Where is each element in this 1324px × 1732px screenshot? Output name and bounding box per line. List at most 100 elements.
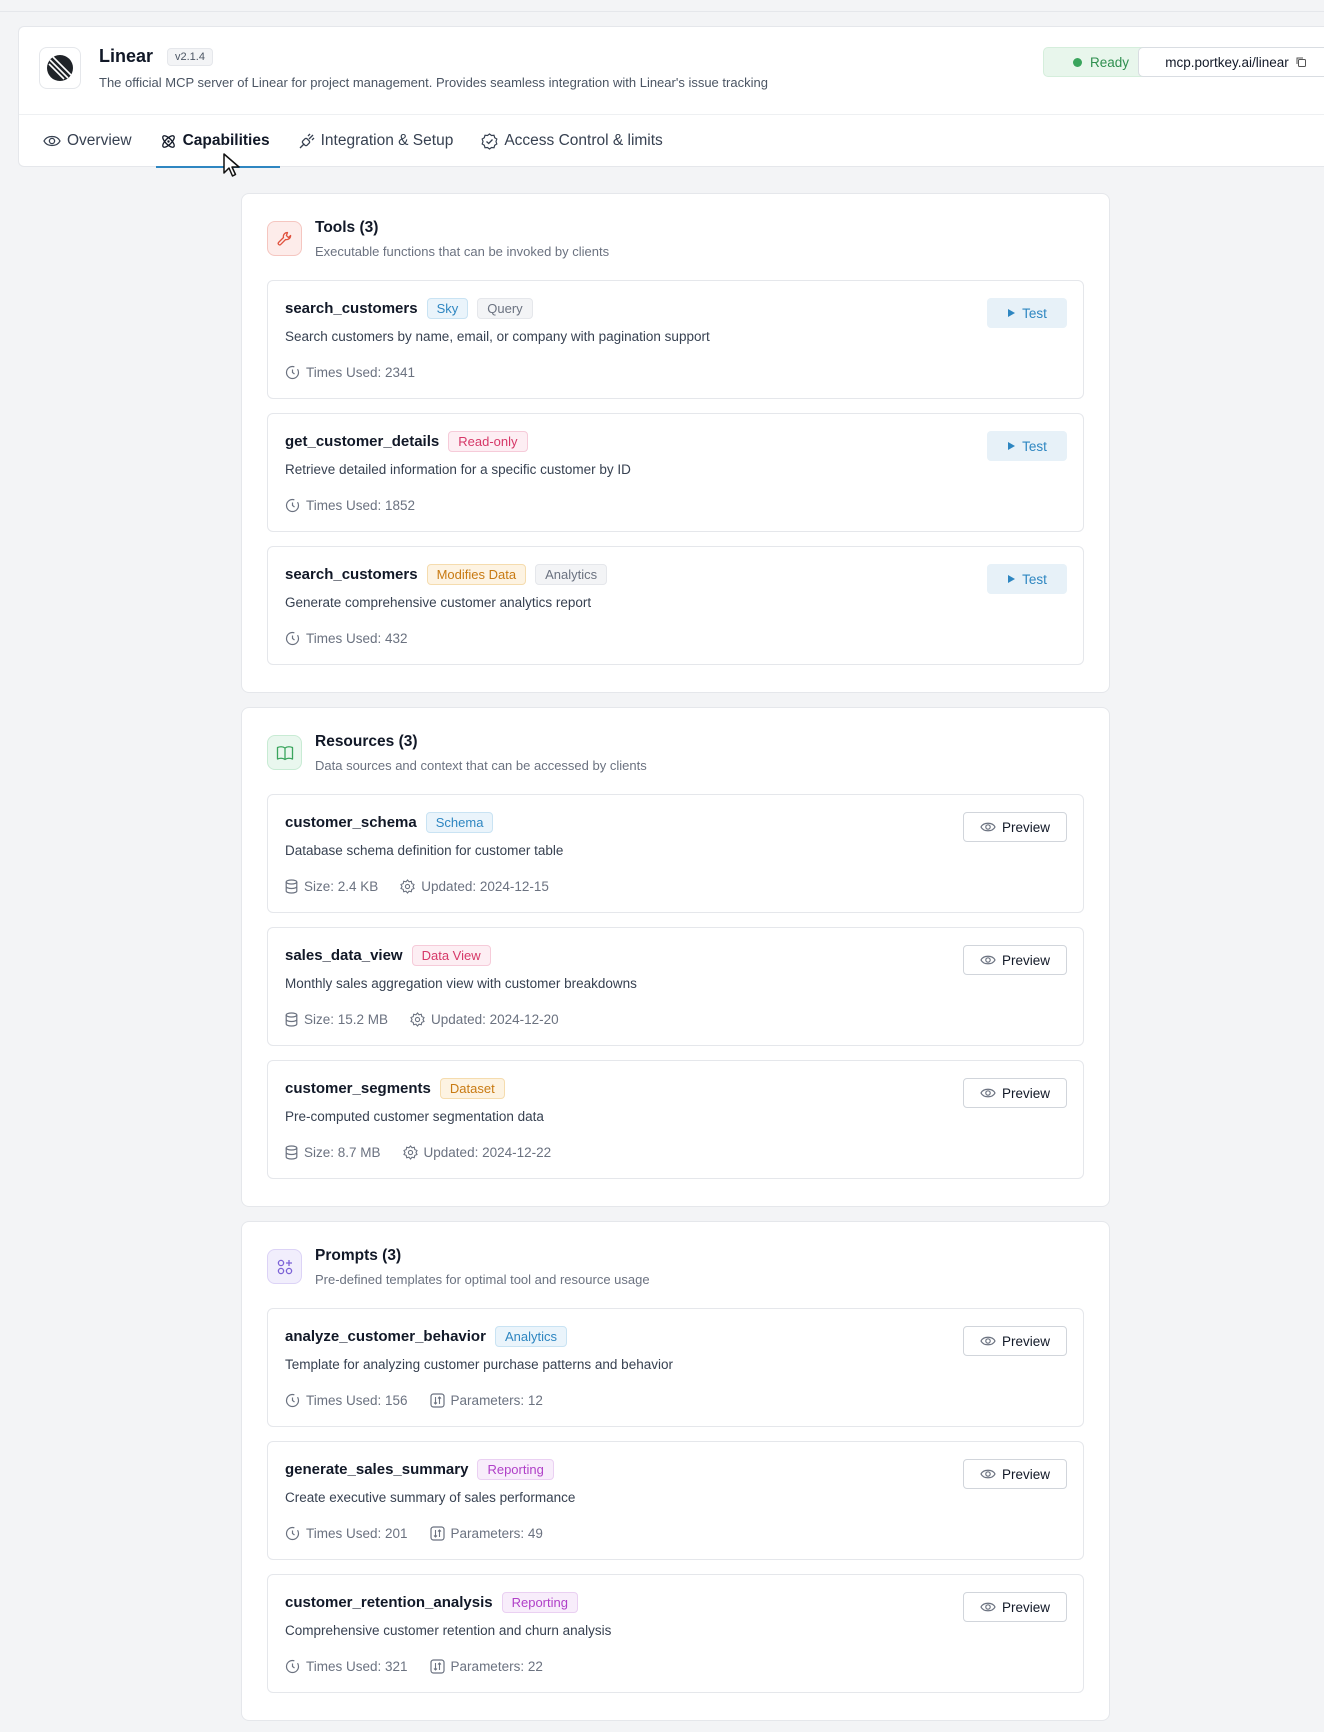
resource-name: customer_schema	[285, 814, 417, 831]
size: Size: 15.2 MB	[285, 1012, 388, 1027]
linear-logo-icon	[39, 47, 81, 89]
status-dot-icon	[1072, 57, 1082, 67]
tag-badge: Dataset	[439, 1078, 505, 1099]
resources-section: Resources (3) Data sources and context t…	[241, 707, 1110, 1207]
times-used: Times Used: 2341	[285, 365, 415, 380]
tool-description: Retrieve detailed information for a spec…	[285, 462, 631, 477]
clock-icon	[285, 498, 300, 513]
plug-icon	[298, 133, 315, 150]
tab-capabilities[interactable]: Capabilities	[150, 115, 280, 168]
prompt-description: Comprehensive customer retention and chu…	[285, 1623, 612, 1638]
preview-label: Preview	[1001, 952, 1050, 968]
tool-description: Generate comprehensive customer analytic…	[285, 595, 592, 610]
parameters-icon	[429, 1659, 445, 1674]
parameters: Parameters: 49	[429, 1526, 543, 1541]
prompt-name: generate_sales_summary	[285, 1461, 469, 1478]
updated-label: Updated: 2024-12-20	[431, 1012, 559, 1027]
gear-icon	[410, 1012, 425, 1027]
size: Size: 8.7 MB	[285, 1145, 381, 1160]
resource-description: Monthly sales aggregation view with cust…	[285, 976, 637, 991]
preview-button[interactable]: Preview	[963, 1459, 1067, 1489]
section-subtitle: Executable functions that can be invoked…	[315, 244, 610, 259]
check-badge-icon	[481, 132, 498, 150]
prompt-card: generate_sales_summary Reporting Create …	[267, 1441, 1084, 1560]
database-icon	[285, 1012, 298, 1027]
status-label: Ready	[1089, 54, 1130, 70]
prompt-card: customer_retention_analysis Reporting Co…	[267, 1574, 1084, 1693]
tab-label: Overview	[67, 132, 132, 149]
prompt-name: customer_retention_analysis	[285, 1594, 493, 1611]
test-button[interactable]: Test	[987, 298, 1067, 328]
tab-access-control[interactable]: Access Control & limits	[471, 115, 672, 167]
section-title: Prompts (3)	[315, 1247, 402, 1264]
preview-label: Preview	[1001, 1085, 1050, 1101]
database-icon	[285, 1145, 298, 1160]
test-label: Test	[1022, 571, 1047, 587]
top-bar	[0, 0, 1324, 12]
app-description: The official MCP server of Linear for pr…	[99, 75, 768, 90]
tag-badge: Modifies Data	[426, 564, 527, 585]
updated: Updated: 2024-12-20	[410, 1012, 559, 1027]
tag-badge: Read-only	[448, 431, 528, 452]
tag-badge: Query	[477, 298, 533, 319]
eye-icon	[980, 954, 996, 966]
times-used-label: Times Used: 2341	[306, 365, 416, 380]
eye-icon	[980, 1601, 996, 1613]
tool-name: get_customer_details	[285, 433, 440, 450]
book-icon	[267, 735, 302, 770]
tab-integration-setup[interactable]: Integration & Setup	[288, 115, 464, 167]
preview-button[interactable]: Preview	[963, 1326, 1067, 1356]
tag-badge: Reporting	[477, 1459, 554, 1480]
tool-card: search_customers Sky Query Search custom…	[267, 280, 1084, 399]
parameters-label: Parameters: 22	[450, 1659, 543, 1674]
times-used-label: Times Used: 201	[306, 1526, 408, 1541]
section-title: Resources (3)	[315, 733, 418, 750]
tab-bar: Overview Capabilities Integration & Setu…	[19, 115, 1324, 168]
parameters-icon	[429, 1393, 445, 1408]
prompt-name: analyze_customer_behavior	[285, 1328, 486, 1345]
preview-label: Preview	[1001, 1333, 1050, 1349]
prompt-description: Create executive summary of sales perfor…	[285, 1490, 576, 1505]
gear-icon	[400, 879, 416, 894]
times-used: Times Used: 201	[285, 1526, 408, 1541]
endpoint-url: mcp.portkey.ai/linear	[1165, 54, 1289, 70]
test-button[interactable]: Test	[987, 431, 1067, 461]
times-used: Times Used: 1852	[285, 498, 415, 513]
endpoint-copy-button[interactable]: mcp.portkey.ai/linear	[1138, 47, 1324, 77]
tag-badge: Analytics	[535, 564, 608, 585]
tool-card: search_customers Modifies Data Analytics…	[267, 546, 1084, 665]
size-label: Size: 8.7 MB	[304, 1145, 381, 1160]
parameters-label: Parameters: 12	[450, 1393, 543, 1408]
resource-card: customer_segments Dataset Pre-computed c…	[267, 1060, 1084, 1179]
section-title: Tools (3)	[315, 219, 379, 236]
prompts-section: Prompts (3) Pre-defined templates for op…	[241, 1221, 1110, 1721]
test-label: Test	[1022, 305, 1047, 321]
size-label: Size: 2.4 KB	[304, 879, 379, 894]
tag-badge: Data View	[411, 945, 491, 966]
preview-label: Preview	[1001, 1599, 1050, 1615]
parameters: Parameters: 22	[429, 1659, 543, 1674]
clock-icon	[285, 1393, 300, 1408]
preview-button[interactable]: Preview	[963, 1078, 1067, 1108]
tools-section: Tools (3) Executable functions that can …	[241, 193, 1110, 693]
updated: Updated: 2024-12-22	[402, 1145, 552, 1160]
resource-name: sales_data_view	[285, 947, 403, 964]
test-button[interactable]: Test	[987, 564, 1067, 594]
preview-button[interactable]: Preview	[963, 1592, 1067, 1622]
preview-button[interactable]: Preview	[963, 945, 1067, 975]
times-used-label: Times Used: 321	[306, 1659, 408, 1674]
updated-label: Updated: 2024-12-22	[423, 1145, 552, 1160]
clock-icon	[285, 1526, 300, 1541]
tab-overview[interactable]: Overview	[33, 115, 142, 167]
tag-badge: Reporting	[501, 1592, 578, 1613]
clock-icon	[285, 365, 300, 380]
times-used-label: Times Used: 432	[306, 631, 408, 646]
section-subtitle: Data sources and context that can be acc…	[315, 758, 647, 773]
prompt-description: Template for analyzing customer purchase…	[285, 1357, 673, 1372]
preview-button[interactable]: Preview	[963, 812, 1067, 842]
parameters: Parameters: 12	[429, 1393, 543, 1408]
parameters-icon	[429, 1526, 445, 1541]
database-icon	[285, 879, 298, 894]
eye-icon	[980, 821, 996, 833]
resource-card: customer_schema Schema Database schema d…	[267, 794, 1084, 913]
